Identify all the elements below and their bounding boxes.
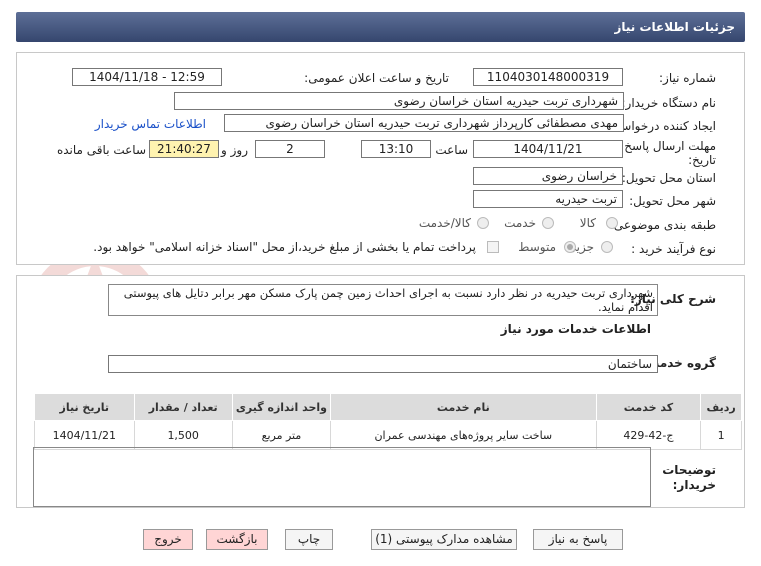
service-group-field: ساختمان (108, 355, 658, 373)
col-quantity: تعداد / مقدار (133, 393, 233, 421)
col-service-code: کد خدمت (595, 393, 702, 421)
services-table: تاریخ نیاز تعداد / مقدار واحد اندازه گیر… (34, 393, 742, 450)
cell-quantity: 1,500 (133, 420, 233, 450)
services-table-header: تاریخ نیاز تعداد / مقدار واحد اندازه گیر… (34, 393, 742, 421)
city-label: شهر محل تحویل: (629, 194, 716, 208)
announce-date-field: 1404/11/18 - 12:59 (72, 68, 222, 86)
category-option-both: کالا/خدمت (418, 216, 471, 230)
category-radio-both[interactable] (477, 217, 489, 229)
category-option-service: خدمت (504, 216, 536, 230)
process-option-medium: متوسط (518, 240, 556, 254)
view-attachments-button[interactable]: مشاهده مدارک پیوستی (1) (371, 529, 517, 550)
reply-button[interactable]: پاسخ به نیاز (533, 529, 623, 550)
city-field: تربت حیدریه (473, 190, 623, 208)
col-row: ردیف (700, 393, 742, 421)
buyer-org-label: نام دستگاه خریدار: (621, 96, 717, 110)
description-textarea[interactable]: شهرداری تربت حیدریه در نظر دارد نسبت به … (108, 284, 658, 316)
process-radio-minor[interactable] (601, 241, 613, 253)
process-radio-medium[interactable] (564, 241, 576, 253)
days-label: روز و (221, 143, 248, 157)
cell-service-name: ساخت سایر پروژه‌های مهندسی عمران (330, 420, 597, 450)
remaining-time-field: 21:40:27 (149, 140, 219, 158)
process-label: نوع فرآیند خرید : (631, 242, 716, 256)
province-label: استان محل تحویل: (621, 171, 716, 185)
need-number-field: 1104030148000319 (473, 68, 623, 86)
deadline-date-field: 1404/11/21 (473, 140, 623, 158)
col-service-name: نام خدمت (330, 393, 597, 421)
print-button[interactable]: چاپ (285, 529, 333, 550)
need-number-label: شماره نیاز: (659, 71, 716, 85)
deadline-time-field: 13:10 (361, 140, 431, 158)
province-field: خراسان رضوی (473, 167, 623, 185)
table-row: 1404/11/21 1,500 متر مربع ساخت سایر پروژ… (34, 420, 742, 450)
treasury-payment-checkbox[interactable] (487, 241, 499, 253)
remaining-time-label: ساعت باقی مانده (56, 143, 146, 157)
deadline-time-label: ساعت (435, 143, 468, 157)
announce-date-label: تاریخ و ساعت اعلان عمومی: (304, 71, 449, 85)
col-need-date: تاریخ نیاز (34, 393, 135, 421)
back-button[interactable]: بازگشت (206, 529, 268, 550)
days-remaining-field: 2 (255, 140, 325, 158)
cell-service-code: ج-42-429 (595, 420, 702, 450)
category-option-goods: کالا (579, 216, 596, 230)
exit-button[interactable]: خروج (143, 529, 193, 550)
cell-row: 1 (700, 420, 742, 450)
category-label: طبقه بندی موضوعی: (609, 218, 716, 232)
cell-need-date: 1404/11/21 (34, 420, 135, 450)
buyer-notes-label-1: توضیحات (662, 463, 716, 477)
buyer-notes-field[interactable] (33, 447, 651, 507)
category-radio-goods[interactable] (606, 217, 618, 229)
category-radio-service[interactable] (542, 217, 554, 229)
buyer-contact-link[interactable]: اطلاعات تماس خریدار (95, 117, 206, 131)
buyer-org-field: شهرداری تربت حیدریه استان خراسان رضوی (174, 92, 624, 110)
buyer-notes-label-2: خریدار: (672, 478, 716, 492)
services-section-title: اطلاعات خدمات مورد نیاز (500, 322, 651, 336)
treasury-payment-text: پرداخت تمام یا بخشی از مبلغ خرید،از محل … (93, 240, 476, 254)
deadline-label-2: تاریخ: (688, 153, 716, 167)
deadline-label-1: مهلت ارسال پاسخ: تا (609, 139, 716, 153)
col-unit: واحد اندازه گیری (231, 393, 332, 421)
page-title: جزئیات اطلاعات نیاز (16, 12, 745, 42)
creator-field: مهدی مصطفائی کارپرداز شهرداری تربت حیدری… (224, 114, 624, 132)
cell-unit: متر مربع (231, 420, 332, 450)
